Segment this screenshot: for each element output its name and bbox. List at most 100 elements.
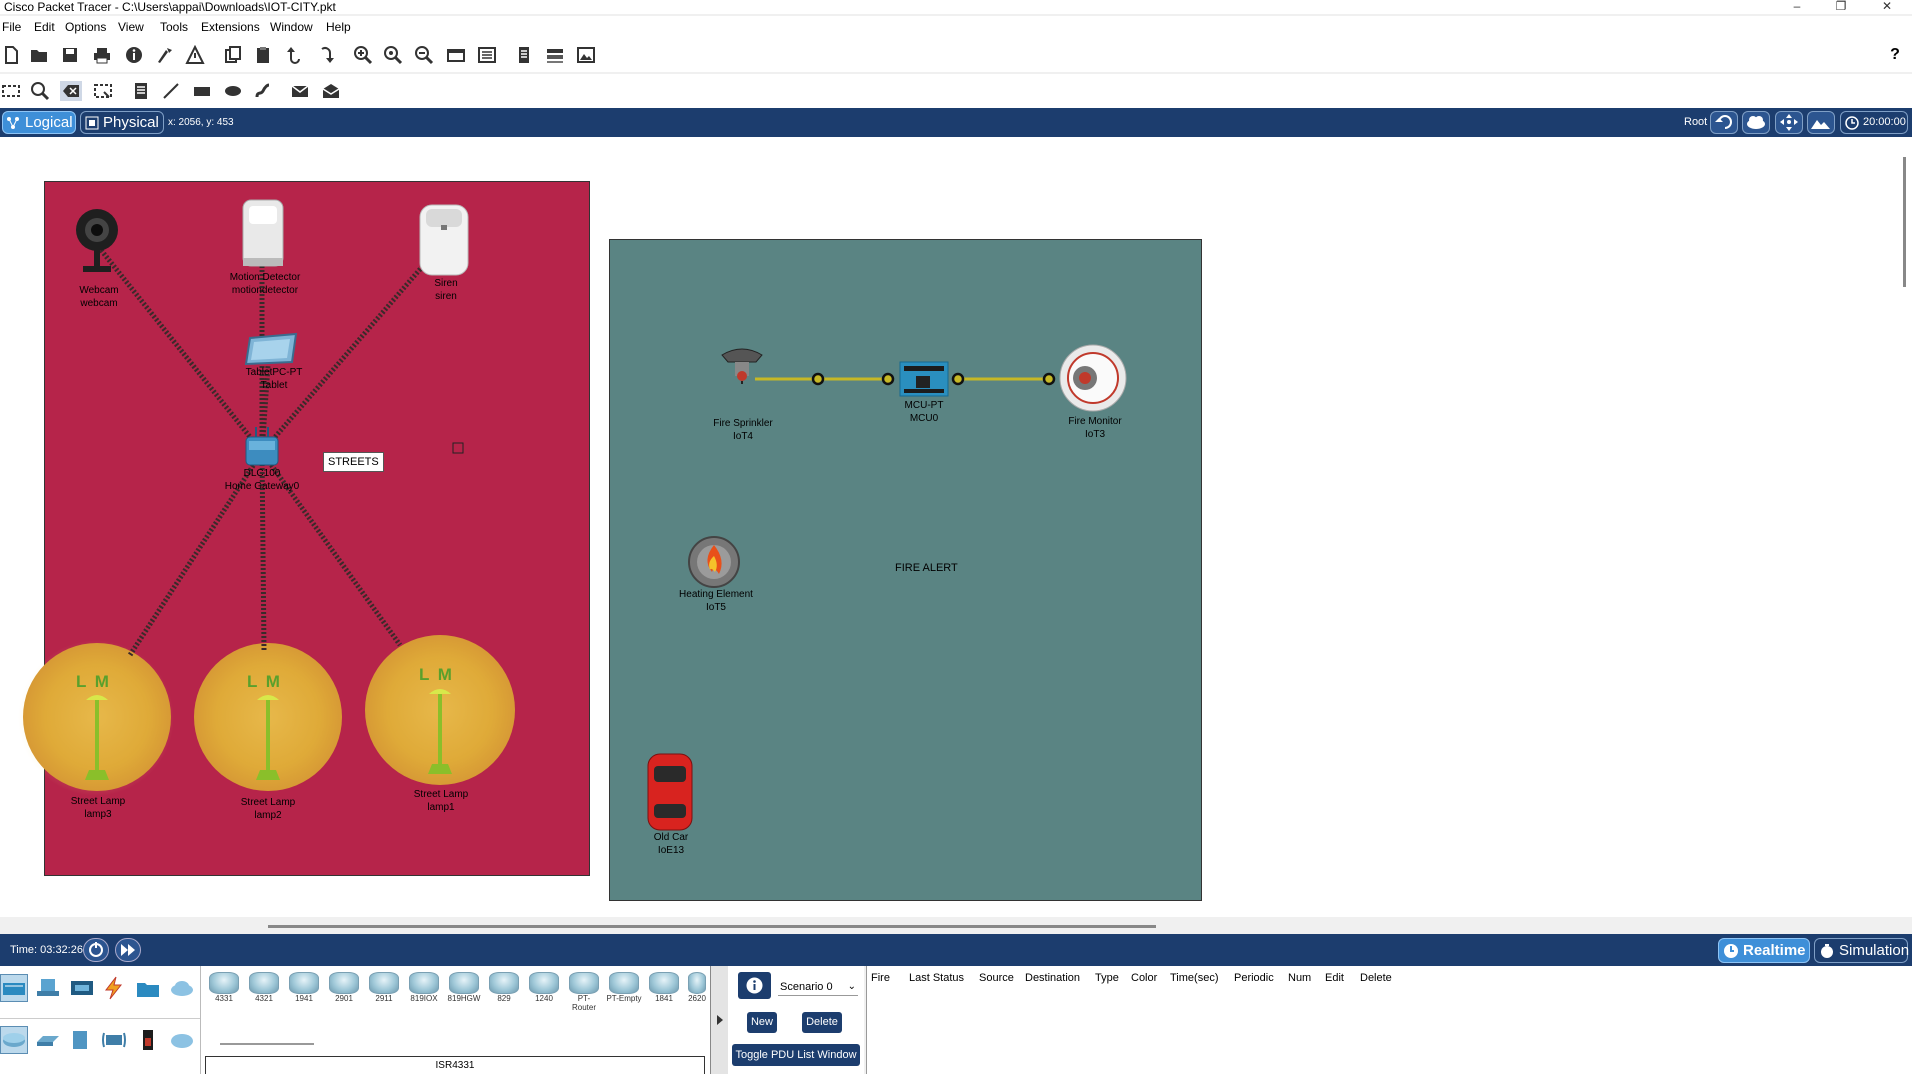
selected-model-name: ISR4331 bbox=[205, 1056, 705, 1074]
link-endpoint bbox=[881, 372, 895, 386]
hubs-subcategory-icon[interactable] bbox=[66, 1026, 94, 1054]
router-icon bbox=[289, 972, 319, 994]
toggle-pdu-list-button[interactable]: Toggle PDU List Window bbox=[732, 1044, 860, 1066]
network-devices-category-icon[interactable] bbox=[0, 974, 28, 1002]
fire-monitor-icon[interactable] bbox=[1059, 344, 1127, 412]
lamp3-status-letters: L M bbox=[76, 672, 111, 691]
model-label: 1841 bbox=[655, 994, 673, 1003]
old-car-icon[interactable] bbox=[647, 753, 693, 831]
model-2901[interactable]: 2901 bbox=[326, 972, 362, 1006]
router-icon bbox=[609, 972, 639, 994]
router-icon bbox=[249, 972, 279, 994]
model-1941[interactable]: 1941 bbox=[286, 972, 322, 1006]
model-1841[interactable]: 1841 bbox=[646, 972, 682, 1006]
model-label: 829 bbox=[497, 994, 511, 1003]
model-829[interactable]: 829 bbox=[486, 972, 522, 1006]
motion-detector-icon[interactable] bbox=[242, 199, 284, 267]
model-4331[interactable]: 4331 bbox=[206, 972, 242, 1006]
simulation-mode-button[interactable]: Simulation bbox=[1814, 938, 1910, 963]
router-icon bbox=[409, 972, 439, 994]
router-icon bbox=[569, 972, 599, 994]
col-color: Color bbox=[1131, 972, 1158, 984]
scenario-panel: Scenario 0 ⌄ New Delete Toggle PDU List … bbox=[728, 966, 864, 1074]
fire-monitor-label: Fire Monitor IoT3 bbox=[1068, 416, 1122, 440]
model-scroll-thumb[interactable] bbox=[220, 1043, 314, 1045]
connections-category-icon[interactable] bbox=[100, 974, 128, 1002]
streets-note[interactable]: STREETS bbox=[323, 452, 384, 472]
tablet-label: TabletPC-PT Tablet bbox=[245, 367, 303, 391]
lamp1-status-letters: L M bbox=[419, 665, 454, 684]
topology-drawing bbox=[18, 199, 1127, 831]
col-time: Time(sec) bbox=[1170, 972, 1219, 984]
wan-emulation-subcategory-icon[interactable] bbox=[168, 1026, 196, 1054]
model-2911[interactable]: 2911 bbox=[366, 972, 402, 1006]
info-icon bbox=[746, 977, 763, 994]
col-last-status: Last Status bbox=[909, 972, 965, 984]
router-icon bbox=[649, 972, 679, 994]
tablet-icon[interactable] bbox=[244, 332, 298, 366]
pdu-list-table: Fire Last Status Source Destination Type… bbox=[866, 966, 1912, 1074]
components-category-icon[interactable] bbox=[68, 974, 96, 1002]
power-cycle-icon[interactable] bbox=[83, 938, 109, 962]
simulation-status-bar: Time: 03:32:26 Realtime Simulation bbox=[0, 934, 1912, 966]
lamp1-label: Street Lamp lamp1 bbox=[413, 789, 469, 813]
lamp3-label: Street Lamp lamp3 bbox=[70, 796, 126, 820]
model-label: 819IOX bbox=[410, 994, 438, 1003]
fast-forward-icon[interactable] bbox=[115, 938, 141, 962]
fire-sprinkler-label: Fire Sprinkler IoT4 bbox=[713, 418, 773, 442]
router-icon bbox=[329, 972, 359, 994]
siren-icon[interactable] bbox=[419, 204, 469, 276]
model-label: 4321 bbox=[255, 994, 273, 1003]
lamp2-label: Street Lamp lamp2 bbox=[240, 797, 296, 821]
home-gateway-label: DLC100 Home Gateway0 bbox=[224, 468, 300, 492]
mcu-board-icon[interactable] bbox=[899, 361, 949, 397]
switches-subcategory-icon[interactable] bbox=[34, 1026, 62, 1054]
fire-alert-note[interactable]: FIRE ALERT bbox=[895, 562, 958, 574]
multiuser-category-icon[interactable] bbox=[168, 974, 196, 1002]
stopwatch-icon bbox=[1821, 944, 1833, 958]
home-gateway-icon[interactable] bbox=[245, 427, 279, 466]
scenario-value: Scenario 0 bbox=[780, 981, 833, 993]
realtime-mode-button[interactable]: Realtime bbox=[1718, 938, 1810, 963]
heating-element-label: Heating Element IoT5 bbox=[679, 589, 753, 613]
router-icon bbox=[449, 972, 479, 994]
model-label: 1941 bbox=[295, 994, 313, 1003]
security-subcategory-icon[interactable] bbox=[134, 1026, 162, 1054]
old-car-label: Old Car IoE13 bbox=[653, 832, 689, 856]
model-pt-empty[interactable]: PT-Empty bbox=[606, 972, 642, 1006]
model-label: 4331 bbox=[215, 994, 233, 1003]
expand-arrow-icon bbox=[717, 1015, 723, 1025]
model-label: 2911 bbox=[375, 994, 393, 1003]
col-delete: Delete bbox=[1360, 972, 1392, 984]
model-1240[interactable]: 1240 bbox=[526, 972, 562, 1006]
col-destination: Destination bbox=[1025, 972, 1081, 984]
model-2620[interactable]: 2620 bbox=[686, 972, 708, 1006]
heating-element-icon[interactable] bbox=[688, 536, 740, 588]
miscellaneous-category-icon[interactable] bbox=[134, 974, 162, 1002]
link-endpoint bbox=[811, 372, 825, 386]
routers-subcategory-icon[interactable] bbox=[0, 1026, 28, 1054]
end-devices-category-icon[interactable] bbox=[34, 974, 62, 1002]
siren-label: Siren siren bbox=[434, 278, 458, 302]
placeholder-square[interactable] bbox=[452, 442, 464, 454]
realtime-label: Realtime bbox=[1743, 942, 1806, 959]
model-label: PT-Router bbox=[571, 994, 596, 1012]
model-label: 1240 bbox=[535, 994, 553, 1003]
col-num: Num bbox=[1288, 972, 1312, 984]
sim-time: Time: 03:32:26 bbox=[10, 944, 83, 956]
model-819iox[interactable]: 819IOX bbox=[406, 972, 442, 1006]
category-divider bbox=[0, 1018, 200, 1019]
model-pt-router[interactable]: PT-Router bbox=[566, 972, 602, 1012]
delete-scenario-button[interactable]: Delete bbox=[802, 1012, 842, 1033]
new-scenario-button[interactable]: New bbox=[747, 1012, 777, 1033]
simulation-label: Simulation bbox=[1839, 942, 1910, 959]
scenario-select[interactable]: Scenario 0 ⌄ bbox=[778, 978, 858, 996]
col-type: Type bbox=[1095, 972, 1119, 984]
scenario-info-button[interactable] bbox=[738, 972, 771, 999]
model-4321[interactable]: 4321 bbox=[246, 972, 282, 1006]
col-edit: Edit bbox=[1325, 972, 1344, 984]
panel-expand-handle[interactable] bbox=[710, 966, 728, 1074]
webcam-label: Webcam webcam bbox=[79, 285, 119, 309]
model-819hgw[interactable]: 819HGW bbox=[446, 972, 482, 1006]
wireless-devices-subcategory-icon[interactable] bbox=[100, 1026, 128, 1054]
